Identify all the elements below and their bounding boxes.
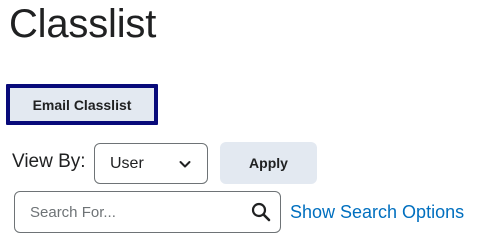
chevron-down-icon: [179, 161, 191, 168]
view-by-select[interactable]: User: [94, 143, 208, 184]
view-by-label: View By:: [12, 151, 86, 172]
email-classlist-button[interactable]: Email Classlist: [6, 84, 158, 125]
search-icon[interactable]: [251, 202, 271, 222]
page-title: Classlist: [9, 2, 157, 46]
search-box: [14, 191, 281, 233]
show-search-options-link[interactable]: Show Search Options: [290, 201, 464, 223]
view-by-selected-value: User: [110, 154, 144, 172]
search-input[interactable]: [15, 192, 235, 232]
apply-button[interactable]: Apply: [220, 142, 317, 184]
